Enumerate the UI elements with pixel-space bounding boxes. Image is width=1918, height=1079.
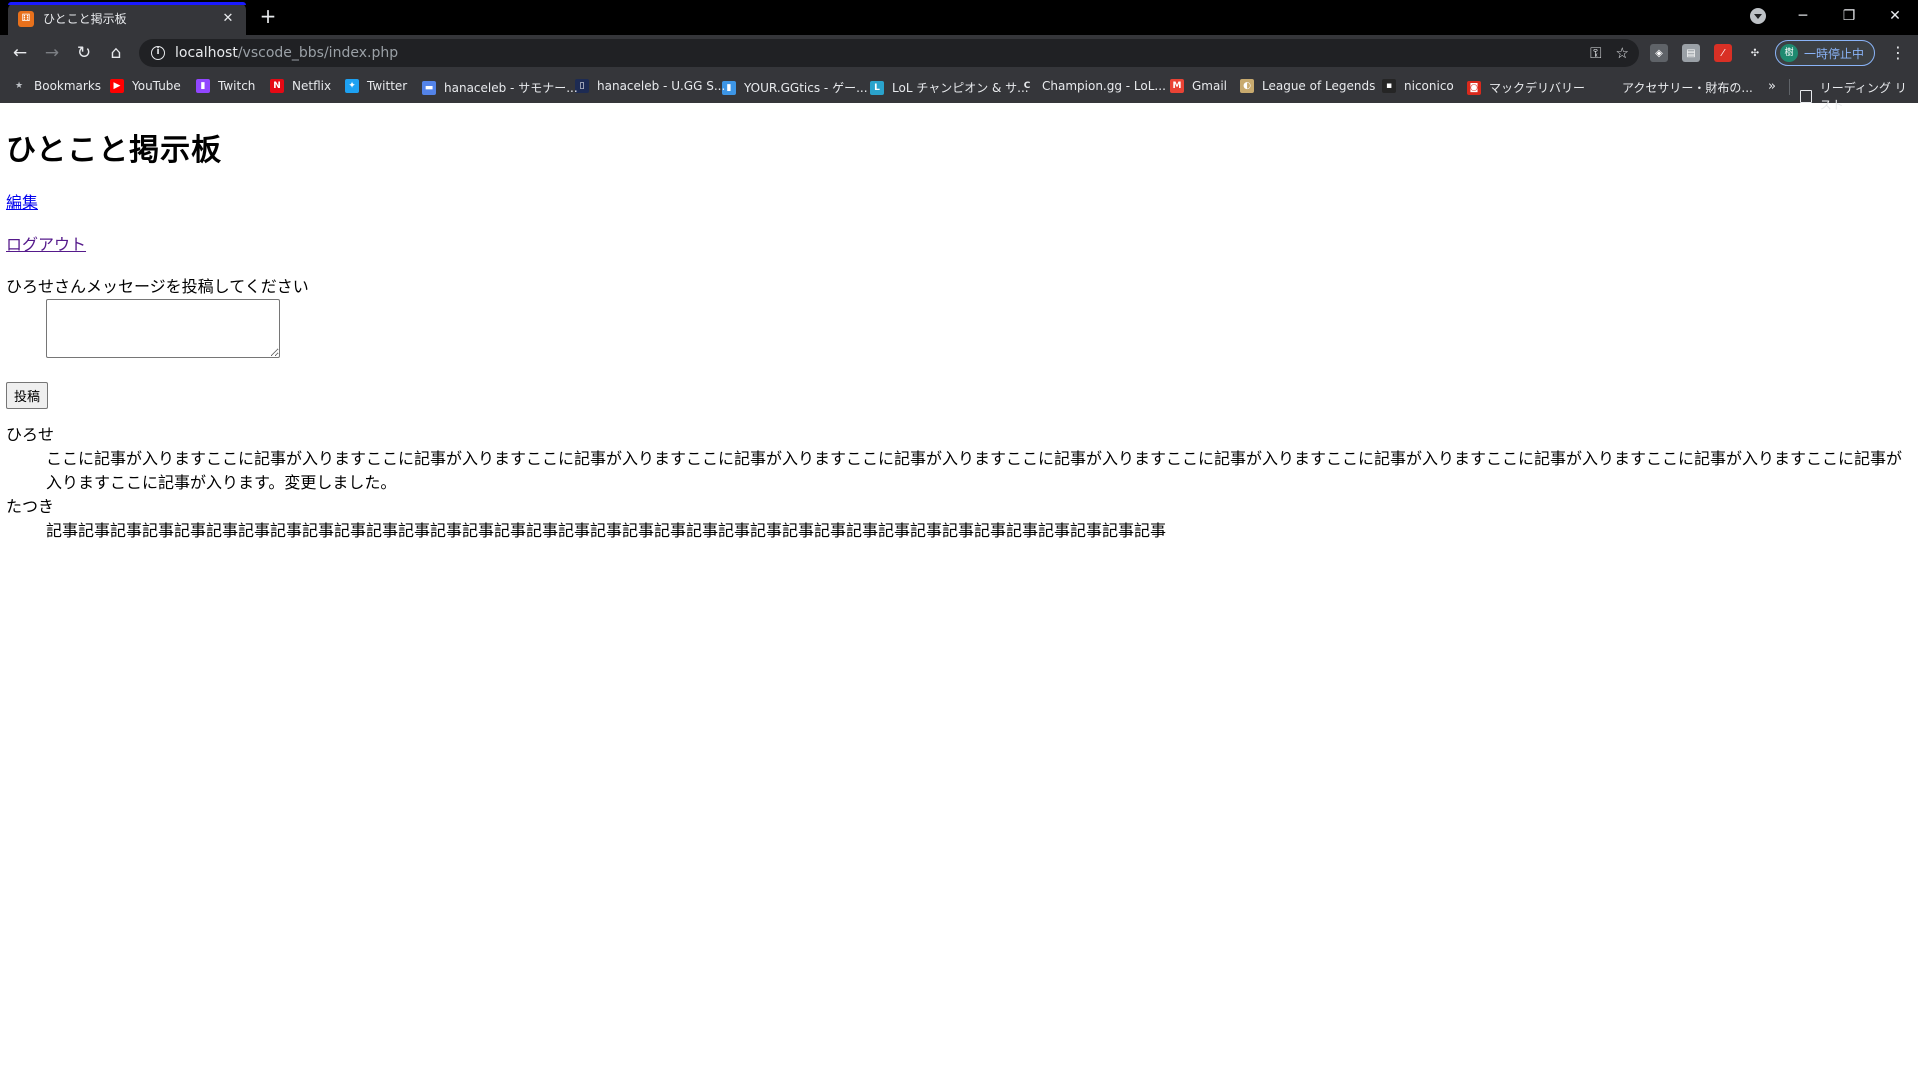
bookmark-label: YouTube xyxy=(132,79,181,93)
bookmarks-overflow-button[interactable]: » xyxy=(1768,79,1776,94)
minimize-button[interactable]: ─ xyxy=(1780,0,1826,32)
tab-title: ひとこと掲示板 xyxy=(43,12,127,26)
opgg-icon: ▬ xyxy=(422,80,436,95)
star-icon: ★ xyxy=(14,81,24,91)
home-button[interactable]: ⌂ xyxy=(106,43,126,63)
reload-button[interactable]: ↻ xyxy=(74,43,94,63)
post-prompt: ひろせさんメッセージを投稿してください xyxy=(6,277,309,296)
page-content: ひとこと掲示板 編集 ログアウト ひろせさんメッセージを投稿してください 投稿 … xyxy=(0,125,1918,543)
url-host: localhost xyxy=(175,45,238,61)
bookmark-item[interactable]: ▯ hanaceleb - U.GG S... xyxy=(575,79,725,93)
netflix-icon: N xyxy=(270,79,284,93)
restore-button[interactable]: ❐ xyxy=(1826,0,1872,32)
bookmark-label: YOUR.GGtics - ゲー... xyxy=(744,81,868,95)
logout-link[interactable]: ログアウト xyxy=(6,231,1912,255)
divider xyxy=(1789,79,1790,95)
bookmark-item[interactable]: ▶ YouTube xyxy=(110,79,181,93)
bookmark-item[interactable]: ◙ マックデリバリー xyxy=(1467,79,1585,96)
bookmark-label: Bookmarks xyxy=(34,79,102,93)
profile-button[interactable]: 樹 一時停止中 xyxy=(1775,40,1876,66)
post-message: 記事記事記事記事記事記事記事記事記事記事記事記事記事記事記事記事記事記事記事記事… xyxy=(46,521,1167,540)
bookmark-item[interactable]: ▬ hanaceleb - サモナー... xyxy=(422,79,578,96)
avatar: 樹 xyxy=(1780,44,1798,62)
bookmark-item[interactable]: ◐ League of Legends xyxy=(1240,79,1375,93)
bookmark-label: Netflix xyxy=(292,79,332,93)
bookmark-item[interactable]: N Netflix xyxy=(270,79,331,93)
back-button[interactable]: ← xyxy=(10,43,30,63)
bookmark-item[interactable]: L LoL チャンピオン & サ... xyxy=(870,79,1029,96)
reading-list-label: リーディング リスト xyxy=(1819,81,1907,112)
twitch-icon: ▮ xyxy=(196,79,210,93)
shield-extension-icon[interactable]: ◈ xyxy=(1650,44,1668,62)
lol-l-icon: L xyxy=(870,80,884,95)
red-extension-icon[interactable]: ⁄ xyxy=(1714,44,1732,62)
browser-tab[interactable]: ⚅ ひとこと掲示板 ✕ xyxy=(8,2,246,35)
key-icon[interactable]: ⚿ xyxy=(1590,44,1601,62)
bookmark-label: LoL チャンピオン & サ... xyxy=(892,81,1029,95)
reading-list-icon xyxy=(1800,89,1812,103)
toolbar: ← → ↻ ⌂ i localhost/vscode_bbs/index.php… xyxy=(0,35,1918,71)
bookmark-label: Twitter xyxy=(367,79,408,93)
profile-status: 一時停止中 xyxy=(1804,46,1865,61)
bookmark-label: hanaceleb - サモナー... xyxy=(444,81,578,95)
gmail-icon: M xyxy=(1170,79,1184,93)
bookmark-label: hanaceleb - U.GG S... xyxy=(597,79,726,93)
blank-icon xyxy=(1600,80,1614,95)
bookmarks-bar: アクセサリー・財布の... ◙ マックデリバリー ▪ niconico ◐ League o… xyxy=(0,71,1918,112)
message-textarea[interactable] xyxy=(46,299,280,358)
post-author: ひろせ xyxy=(6,425,55,444)
twitter-icon: ✦ xyxy=(345,79,359,93)
bookmark-item[interactable]: C Champion.gg - LoL... xyxy=(1020,79,1166,93)
bookmark-label: League of Legends xyxy=(1262,79,1376,93)
browser-chrome: ⚅ ひとこと掲示板 ✕ + ─ ❐ ✕ ← → ↻ ⌂ i localhost /… xyxy=(0,0,1918,112)
bookmark-item[interactable]: ▮ YOUR.GGtics - ゲー... xyxy=(722,79,868,96)
bookmark-item[interactable]: ✦ Twitter xyxy=(345,79,407,93)
window-close-button[interactable]: ✕ xyxy=(1872,0,1918,32)
bookmark-item[interactable]: M Gmail xyxy=(1170,79,1227,93)
bookmark-item[interactable]: アクセサリー・財布の... xyxy=(1600,79,1753,96)
bookmark-label: アクセサリー・財布の... xyxy=(1622,81,1753,95)
post-message: ここに記事が入りますここに記事が入りますここに記事が入りますここに記事が入ります… xyxy=(46,449,1903,492)
more-menu-icon[interactable]: ⋮ xyxy=(1890,43,1906,62)
new-tab-button[interactable]: + xyxy=(258,6,278,26)
post-author: たつき xyxy=(6,497,55,516)
chat-extension-icon[interactable]: ▤ xyxy=(1682,44,1700,62)
bookmark-label: Gmail xyxy=(1192,79,1228,93)
bookmark-star-icon[interactable]: ☆ xyxy=(1616,44,1629,62)
page-title: ひとこと掲示板 xyxy=(6,133,223,168)
bookmark-label: Champion.gg - LoL... xyxy=(1042,79,1166,93)
url-path: /vscode_bbs/index.php xyxy=(237,45,399,61)
bookmark-label: niconico xyxy=(1404,79,1454,93)
lol-icon: ◐ xyxy=(1240,79,1254,93)
bookmark-label: マックデリバリー xyxy=(1489,81,1586,95)
bookmark-item[interactable]: ▪ niconico xyxy=(1382,79,1454,93)
tab-close-icon[interactable]: ✕ xyxy=(220,11,236,26)
address-bar[interactable]: i localhost/vscode_bbs/index.php ⚿ ☆ xyxy=(139,39,1639,67)
niconico-icon: ▪ xyxy=(1382,79,1396,93)
bookmark-label: Twitch xyxy=(218,79,256,93)
mcdelivery-icon: ◙ xyxy=(1467,80,1481,95)
puzzle-extensions-icon[interactable]: ✣ xyxy=(1746,44,1764,62)
reading-list-button[interactable]: リーディング リスト xyxy=(1800,79,1918,113)
edit-link[interactable]: 編集 xyxy=(6,189,1912,213)
bookmark-item[interactable]: ▮ Twitch xyxy=(196,79,255,93)
bookmark-item[interactable]: ★ Bookmarks xyxy=(12,79,101,93)
site-info-icon[interactable]: i xyxy=(151,46,165,60)
forward-button[interactable]: → xyxy=(42,43,62,63)
xampp-favicon-icon: ⚅ xyxy=(18,10,34,27)
tab-search-icon[interactable] xyxy=(1750,8,1766,24)
post-button[interactable]: 投稿 xyxy=(6,382,49,409)
extensions-area: ◈ ▤ ⁄ ✣ xyxy=(1650,44,1764,62)
youtube-icon: ▶ xyxy=(110,79,124,93)
post-list: ひろせ ここに記事が入りますここに記事が入りますここに記事が入りますここに記事が… xyxy=(6,423,1912,543)
tab-strip: ⚅ ひとこと掲示板 ✕ + ─ ❐ ✕ xyxy=(0,0,1918,35)
